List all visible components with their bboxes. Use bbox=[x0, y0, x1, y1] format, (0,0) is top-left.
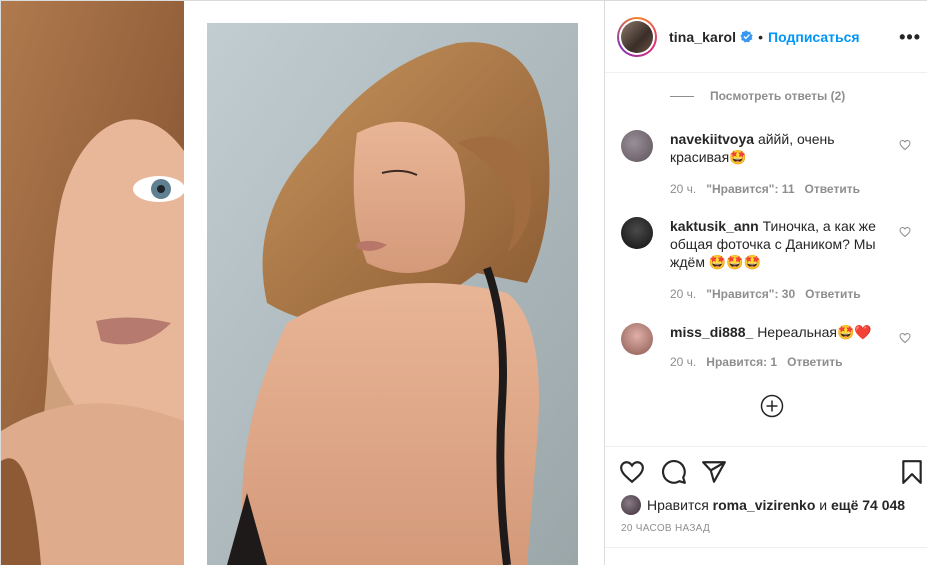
likes-prefix: Нравится bbox=[647, 497, 709, 513]
likes-count[interactable]: ещё 74 048 bbox=[831, 497, 905, 513]
comment-likes[interactable]: Нравится: 1 bbox=[706, 353, 777, 371]
comment-likes[interactable]: "Нравится": 30 bbox=[706, 285, 795, 303]
author-avatar-image bbox=[621, 20, 653, 53]
likes-summary: Нравится roma_vizirenko и ещё 74 048 bbox=[621, 495, 905, 515]
verified-badge-icon bbox=[740, 30, 753, 43]
post-timestamp[interactable]: 20 часов назад bbox=[621, 523, 710, 534]
liker-username[interactable]: roma_vizirenko bbox=[713, 497, 816, 513]
comment-body: kaktusik_ann Тиночка, а как же общая фот… bbox=[670, 217, 892, 303]
post-media-carousel[interactable] bbox=[1, 1, 604, 565]
comment-item: navekiitvoya аййй, очень красивая🤩 20 ч.… bbox=[621, 130, 927, 198]
previous-photo-image bbox=[1, 1, 184, 565]
like-comment-icon[interactable] bbox=[899, 226, 911, 238]
comment-username[interactable]: navekiitvoya bbox=[670, 131, 754, 147]
replies-divider bbox=[670, 95, 694, 97]
comment-time[interactable]: 20 ч. bbox=[670, 353, 696, 371]
reply-button[interactable]: Ответить bbox=[805, 180, 860, 198]
comment-time[interactable]: 20 ч. bbox=[670, 180, 696, 198]
load-more-comments-icon[interactable] bbox=[760, 394, 784, 418]
commenter-avatar[interactable] bbox=[621, 217, 653, 249]
comment-item: miss_di888_ Нереальная🤩❤️ 20 ч. Нравится… bbox=[621, 323, 927, 371]
comment-meta: 20 ч. "Нравится": 30 Ответить bbox=[670, 285, 892, 303]
comment-icon[interactable] bbox=[661, 459, 687, 485]
previous-photo[interactable] bbox=[1, 1, 184, 565]
comment-likes[interactable]: "Нравится": 11 bbox=[706, 180, 794, 198]
header-separator: • bbox=[758, 28, 764, 45]
commenter-avatar[interactable] bbox=[621, 323, 653, 355]
like-comment-icon[interactable] bbox=[899, 332, 911, 344]
view-replies-label: Посмотреть ответы (2) bbox=[710, 89, 846, 103]
like-comment-icon[interactable] bbox=[899, 139, 911, 151]
comment-body: miss_di888_ Нереальная🤩❤️ 20 ч. Нравится… bbox=[670, 323, 892, 371]
actions-divider bbox=[605, 547, 927, 548]
author-avatar[interactable] bbox=[617, 16, 657, 57]
avatar-frame bbox=[619, 18, 655, 55]
share-icon[interactable] bbox=[701, 459, 727, 485]
reply-button[interactable]: Ответить bbox=[787, 353, 842, 371]
comment-text: Нереальная🤩❤️ bbox=[757, 324, 872, 340]
save-bookmark-icon[interactable] bbox=[899, 459, 925, 485]
post-header: tina_karol • Подписаться ••• bbox=[605, 1, 927, 73]
likes-and: и bbox=[819, 497, 828, 513]
comment-username[interactable]: miss_di888_ bbox=[670, 324, 753, 340]
comment-meta: 20 ч. Нравится: 1 Ответить bbox=[670, 353, 892, 371]
comment-username[interactable]: kaktusik_ann bbox=[670, 218, 759, 234]
post-sidebar: tina_karol • Подписаться ••• Посмотреть … bbox=[604, 1, 927, 565]
comment-item: kaktusik_ann Тиночка, а как же общая фот… bbox=[621, 217, 927, 303]
main-photo[interactable] bbox=[207, 23, 578, 565]
comment-body: navekiitvoya аййй, очень красивая🤩 20 ч.… bbox=[670, 130, 892, 198]
like-icon[interactable] bbox=[619, 459, 645, 485]
author-username[interactable]: tina_karol bbox=[669, 29, 736, 45]
follow-button[interactable]: Подписаться bbox=[768, 29, 860, 45]
comments-list: Посмотреть ответы (2) navekiitvoya аййй,… bbox=[605, 73, 927, 445]
comment-meta: 20 ч. "Нравится": 11 Ответить bbox=[670, 180, 892, 198]
main-photo-image bbox=[207, 23, 578, 565]
comment-time[interactable]: 20 ч. bbox=[670, 285, 696, 303]
reply-button[interactable]: Ответить bbox=[805, 285, 860, 303]
post-actions: Нравится roma_vizirenko и ещё 74 048 20 … bbox=[605, 446, 927, 566]
liker-avatar[interactable] bbox=[621, 495, 641, 515]
more-options-icon[interactable]: ••• bbox=[899, 27, 921, 48]
commenter-avatar[interactable] bbox=[621, 130, 653, 162]
view-replies-button[interactable]: Посмотреть ответы (2) bbox=[670, 89, 845, 103]
